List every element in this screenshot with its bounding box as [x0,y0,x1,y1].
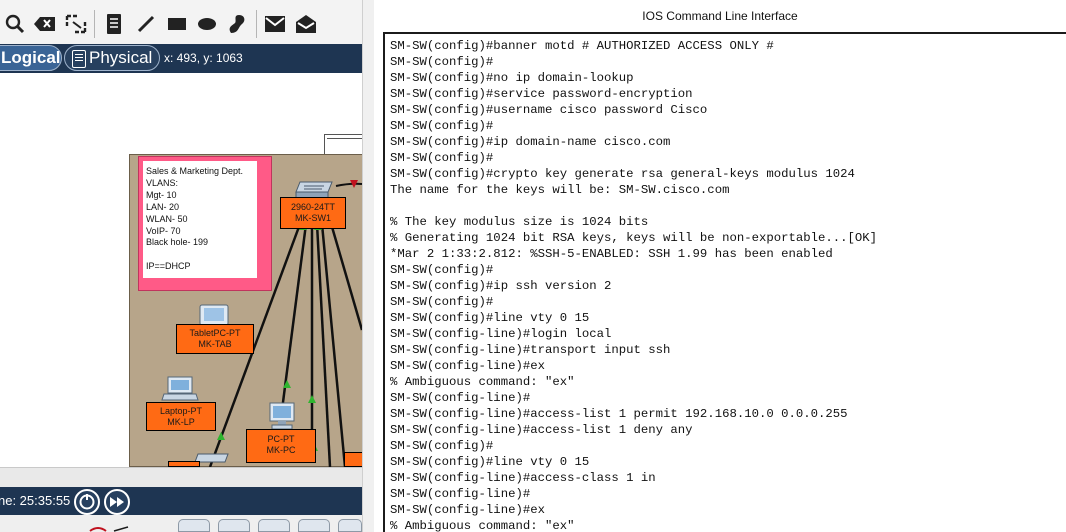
cli-line: SM-SW(config-line)#access-list 1 permit … [390,407,848,421]
workspace-note-text: Sales & Marketing Dept. VLANS: Mgt- 10 L… [146,166,244,272]
cli-line: SM-SW(config)# [390,439,494,453]
cli-line: *Mar 2 1:33:2.812: %SSH-5-ENABLED: SSH 1… [390,247,833,261]
cli-line: SM-SW(config-line)# [390,391,531,405]
cli-line: SM-SW(config-line)#access-class 1 in [390,471,656,485]
cli-line: SM-SW(config)# [390,119,494,133]
device-label-partial[interactable] [344,452,362,467]
cli-line: SM-SW(config)# [390,151,494,165]
link-cable [335,182,362,187]
realtime-clock: ne: 25:35:55 [0,493,71,508]
cli-output: SM-SW(config)#banner motd # AUTHORIZED A… [390,38,877,532]
cli-line: % Ambiguous command: "ex" [390,375,575,389]
power-cycle-icon [79,494,95,510]
power-cycle-devices-button[interactable] [74,489,100,515]
link-cable [315,223,332,468]
cli-line: SM-SW(config)# [390,55,494,69]
cli-line: % Generating 1024 bit RSA keys, keys wil… [390,231,878,245]
cli-line: SM-SW(config-line)#ex [390,359,545,373]
router-thumbnail-icon[interactable] [258,519,290,532]
device-label-pc[interactable]: PC-PT MK-PC [246,429,316,463]
cli-line: SM-SW(config-line)#ex [390,503,545,517]
fast-forward-icon [110,497,124,507]
cli-line: % The key modulus size is 1024 bits [390,215,649,229]
cli-line: SM-SW(config-line)#transport input ssh [390,343,671,357]
cli-line: SM-SW(config)# [390,295,494,309]
cli-line: SM-SW(config)#ip ssh version 2 [390,279,612,293]
pc-icon[interactable] [264,401,300,431]
link-cable [328,219,362,331]
fast-forward-time-button[interactable] [104,489,130,515]
simulation-time-bar: ne: 25:35:55 [0,487,362,515]
cli-window-title: IOS Command Line Interface [642,9,798,23]
router-thumbnail-icon[interactable] [338,519,362,532]
pane-divider[interactable] [362,0,374,532]
router-thumbnail-icon[interactable] [298,519,330,532]
cli-line: SM-SW(config-line)#login local [390,327,612,341]
cli-line: The name for the keys will be: SM-SW.cis… [390,183,730,197]
cli-line: SM-SW(config)#service password-encryptio… [390,87,693,101]
laptop-icon[interactable] [160,375,200,403]
cli-line: SM-SW(config)#username cisco password Ci… [390,103,708,117]
device-label-switch[interactable]: 2960-24TT MK-SW1 [280,197,346,229]
link-status-arrow-up [308,395,316,403]
cli-line: SM-SW(config)#line vty 0 15 [390,455,590,469]
cli-line: SM-SW(config)#ip domain-name cisco.com [390,135,671,149]
cli-line [390,198,877,214]
link-cable [280,223,308,411]
cli-line: SM-SW(config)# [390,263,494,277]
cli-terminal[interactable]: SM-SW(config)#banner motd # AUTHORIZED A… [383,32,1066,532]
device-category-icon[interactable] [88,525,148,532]
router-thumbnail-icon[interactable] [218,519,250,532]
cli-line: % Ambiguous command: "ex" [390,519,575,532]
router-thumbnail-icon[interactable] [178,519,210,532]
cli-line: SM-SW(config)#banner motd # AUTHORIZED A… [390,39,774,53]
cli-line: SM-SW(config)#crypto key generate rsa ge… [390,167,855,181]
cli-line: SM-SW(config-line)# [390,487,531,501]
workspace-status-bar [0,467,362,488]
cli-line: SM-SW(config-line)#access-list 1 deny an… [390,423,693,437]
packet-tracer-workspace-pane: Logical Physical x: 493, y: 1063 Sales &… [0,0,362,532]
cli-line: SM-SW(config)#no ip domain-lookup [390,71,634,85]
cli-line: SM-SW(config)#line vty 0 15 [390,311,590,325]
device-label-tablet[interactable]: TabletPC-PT MK-TAB [176,324,254,354]
device-label-laptop[interactable]: Laptop-PT MK-LP [146,402,216,431]
